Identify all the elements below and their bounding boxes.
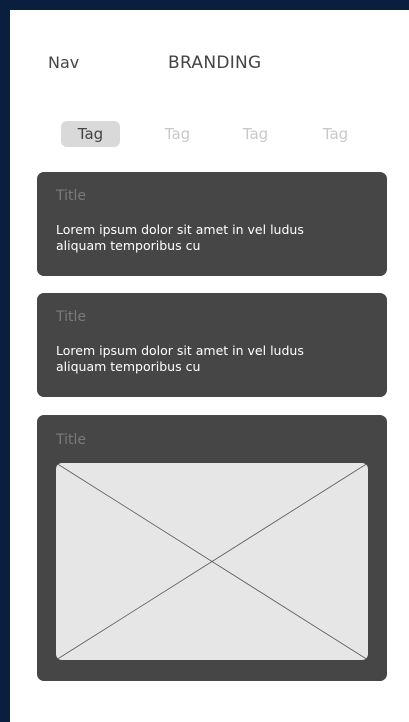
card-body: Lorem ipsum dolor sit amet in vel ludus … (56, 222, 304, 253)
card-1[interactable]: Title Lorem ipsum dolor sit amet in vel … (37, 172, 387, 276)
tag-1[interactable]: Tag (61, 121, 120, 147)
card-3[interactable]: Title (37, 415, 387, 681)
card-body: Lorem ipsum dolor sit amet in vel ludus … (56, 343, 304, 374)
card-2[interactable]: Title Lorem ipsum dolor sit amet in vel … (37, 293, 387, 397)
card-title: Title (56, 432, 87, 448)
image-placeholder-icon (56, 463, 368, 660)
nav-button[interactable]: Nav (48, 53, 79, 72)
tag-bar: Tag Tag Tag Tag (10, 121, 409, 147)
card-title: Title (56, 309, 87, 325)
card-title: Title (56, 188, 87, 204)
tag-4[interactable]: Tag (306, 121, 365, 147)
app-screen: Nav BRANDING Tag Tag Tag Tag Title Lorem… (10, 10, 409, 722)
tag-2[interactable]: Tag (148, 121, 207, 147)
tag-3[interactable]: Tag (226, 121, 285, 147)
brand-logo: BRANDING (168, 53, 262, 73)
